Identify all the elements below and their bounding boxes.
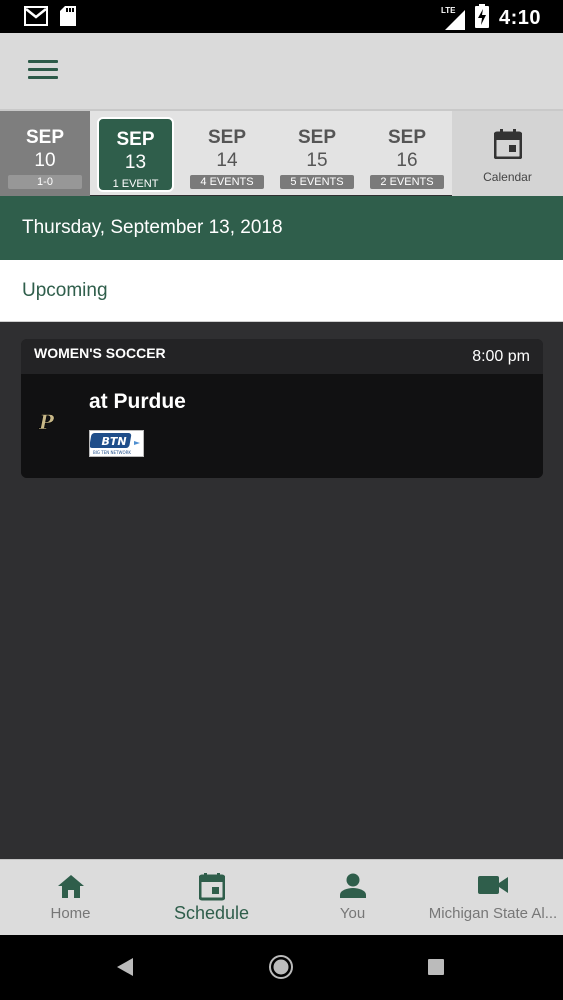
- back-button[interactable]: [116, 957, 134, 982]
- tv-network-name: BTN: [101, 435, 126, 448]
- date-month: SEP: [207, 127, 247, 148]
- home-system-button[interactable]: [268, 954, 294, 985]
- event-time: 8:00 pm: [472, 348, 530, 365]
- date-item-sep-14[interactable]: SEP 14 4 EVENTS: [182, 111, 272, 197]
- date-item-sep-15[interactable]: SEP 15 5 EVENTS: [272, 111, 362, 197]
- date-badge: 4 EVENTS: [190, 175, 264, 189]
- back-triangle-icon: [116, 958, 134, 981]
- date-badge: 5 EVENTS: [280, 175, 354, 189]
- section-label: Upcoming: [0, 260, 563, 322]
- tv-network-logo: BTN BIG TEN NETWORK: [89, 430, 144, 457]
- calendar-button[interactable]: Calendar: [452, 111, 563, 197]
- event-opponent: at Purdue: [89, 390, 186, 413]
- date-day: 13: [124, 152, 147, 173]
- nav-schedule[interactable]: Schedule: [141, 860, 282, 936]
- bottom-navigation: Home Schedule You Michigan State Al...: [0, 859, 563, 935]
- nav-home[interactable]: Home: [0, 860, 141, 936]
- date-day: 14: [216, 150, 238, 171]
- date-item-sep-10[interactable]: SEP 10 1-0: [0, 111, 90, 197]
- date-day: 16: [396, 150, 418, 171]
- event-card[interactable]: WOMEN'S SOCCER 8:00 pm P at Purdue BTN B…: [21, 339, 543, 478]
- person-icon: [282, 873, 423, 901]
- gmail-notification-icon: [24, 6, 48, 31]
- opponent-logo-letter: P: [38, 412, 55, 432]
- tv-network-subtitle: BIG TEN NETWORK: [93, 450, 131, 455]
- calendar-icon: [452, 129, 563, 164]
- app-bar: [0, 33, 563, 109]
- date-badge: 1 EVENT: [112, 178, 159, 190]
- date-month: SEP: [297, 127, 337, 148]
- nav-video[interactable]: Michigan State Al...: [423, 860, 563, 936]
- date-strip: SEP 10 1-0 SEP 13 1 EVENT SEP 14 4 EVENT…: [0, 109, 563, 197]
- cell-signal-icon: LTE: [440, 5, 465, 30]
- purdue-logo-icon: P: [37, 410, 65, 437]
- date-month: SEP: [387, 127, 427, 148]
- date-badge: 2 EVENTS: [370, 175, 444, 189]
- menu-button[interactable]: [26, 57, 60, 85]
- nav-you[interactable]: You: [282, 860, 423, 936]
- nav-home-label: Home: [50, 905, 91, 922]
- nav-schedule-label: Schedule: [173, 903, 250, 923]
- date-badge: 1-0: [8, 175, 82, 189]
- selected-date-highlight: SEP 13 1 EVENT: [97, 117, 174, 192]
- clock: 4:10: [498, 7, 541, 29]
- event-sport: WOMEN'S SOCCER: [34, 345, 166, 361]
- status-bar: LTE 4:10: [0, 0, 563, 33]
- date-item-sep-13[interactable]: SEP 13 1 EVENT: [90, 111, 180, 197]
- nav-video-label: Michigan State Al...: [428, 905, 558, 922]
- network-type: LTE: [440, 5, 456, 15]
- home-icon: [0, 873, 141, 901]
- hamburger-icon-line: [28, 60, 58, 63]
- sd-card-icon: [60, 6, 76, 31]
- hamburger-icon-line: [28, 68, 58, 71]
- date-month: SEP: [25, 127, 65, 148]
- battery-charging-icon: [474, 4, 489, 33]
- hamburger-icon-line: [28, 76, 58, 79]
- recents-button[interactable]: [428, 959, 444, 980]
- date-day: 10: [34, 150, 56, 171]
- schedule-icon: [141, 873, 282, 901]
- event-card-header: WOMEN'S SOCCER 8:00 pm: [21, 339, 543, 374]
- date-item-sep-16[interactable]: SEP 16 2 EVENTS: [362, 111, 452, 197]
- calendar-label: Calendar: [483, 170, 532, 184]
- recents-square-icon: [428, 959, 444, 979]
- home-circle-icon: [268, 955, 294, 984]
- date-day: 15: [306, 150, 328, 171]
- nav-you-label: You: [339, 905, 366, 922]
- event-card-body: P at Purdue BTN BIG TEN NETWORK: [21, 374, 543, 478]
- video-camera-icon: [423, 873, 563, 901]
- system-navigation-bar: [0, 935, 563, 1000]
- selected-date-header: Thursday, September 13, 2018: [0, 196, 563, 260]
- date-month: SEP: [116, 129, 155, 150]
